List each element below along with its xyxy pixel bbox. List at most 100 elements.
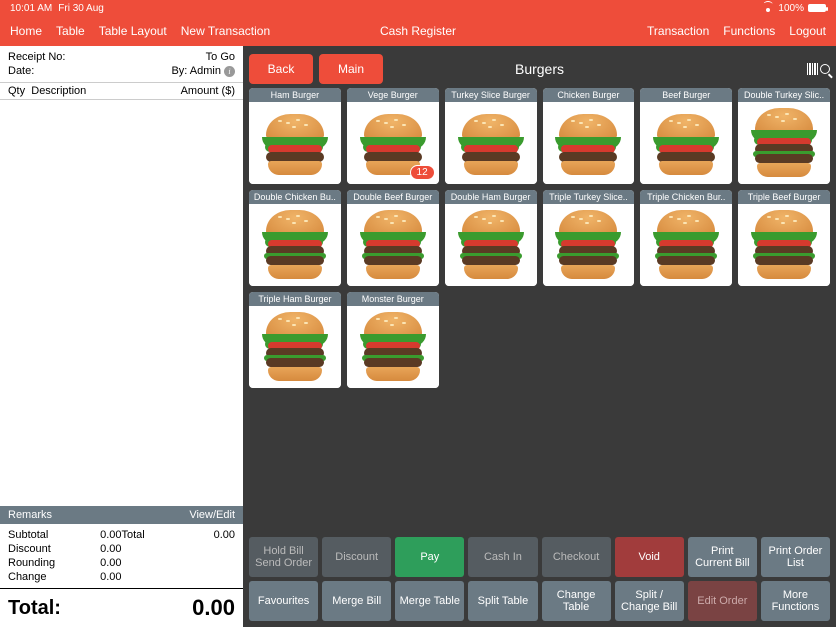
- menu-item[interactable]: Double Ham Burger: [445, 190, 537, 286]
- total-side-value: 0.00: [214, 528, 235, 542]
- menu-item[interactable]: Beef Burger: [640, 88, 732, 184]
- barcode-icon: [807, 63, 818, 75]
- menu-bar: Home Table Table Layout New Transaction Cas…: [0, 16, 836, 46]
- change-table-button[interactable]: ChangeTable: [542, 581, 611, 621]
- more-functions-button[interactable]: MoreFunctions: [761, 581, 830, 621]
- discount-label: Discount: [8, 542, 51, 556]
- menu-right: Transaction Functions Logout: [647, 24, 826, 38]
- main-button[interactable]: Main: [319, 54, 383, 84]
- item-label: Chicken Burger: [543, 88, 635, 102]
- status-bar: 10:01 AM Fri 30 Aug 100%: [0, 0, 836, 16]
- item-label: Double Turkey Slic..: [738, 88, 830, 102]
- menu-home[interactable]: Home: [10, 24, 42, 38]
- menu-functions[interactable]: Functions: [723, 24, 775, 38]
- info-icon[interactable]: i: [224, 66, 235, 77]
- item-label: Beef Burger: [640, 88, 732, 102]
- status-time: 10:01 AM: [10, 3, 52, 14]
- menu-left: Home Table Table Layout New Transaction: [10, 24, 270, 38]
- burger-icon: [249, 306, 341, 388]
- menu-item[interactable]: Vege Burger 12: [347, 88, 439, 184]
- menu-item[interactable]: Double Turkey Slic..: [738, 88, 830, 184]
- burger-icon: [249, 204, 341, 286]
- burger-icon: [738, 204, 830, 286]
- print-order-list-button[interactable]: Print OrderList: [761, 537, 830, 577]
- merge-bill-button[interactable]: Merge Bill: [322, 581, 391, 621]
- receipt-panel: Receipt No: To Go Date: By: Admin i Qty …: [0, 46, 243, 627]
- item-label: Triple Chicken Bur..: [640, 190, 732, 204]
- burger-icon: [543, 204, 635, 286]
- date-label: Date:: [8, 64, 34, 78]
- split-table-button[interactable]: Split Table: [468, 581, 537, 621]
- split-change-bill-button[interactable]: Split /Change Bill: [615, 581, 684, 621]
- item-label: Double Chicken Bu..: [249, 190, 341, 204]
- desc-header: Description: [31, 85, 86, 97]
- battery-icon: [808, 4, 826, 12]
- subtotal-value: 0.00: [100, 528, 121, 542]
- item-label: Double Beef Burger: [347, 190, 439, 204]
- cash-in-button: Cash In: [468, 537, 537, 577]
- burger-icon: [543, 102, 635, 184]
- burger-icon: [640, 204, 732, 286]
- edit-order-button: Edit Order: [688, 581, 757, 621]
- menu-logout[interactable]: Logout: [789, 24, 826, 38]
- search-icon: [820, 64, 830, 74]
- rounding-value: 0.00: [100, 556, 121, 570]
- by-admin: By: Admin: [171, 64, 221, 78]
- action-bar: Hold BillSend OrderDiscountPayCash InChe…: [249, 531, 830, 627]
- qty-badge: 12: [410, 165, 435, 180]
- item-label: Triple Beef Burger: [738, 190, 830, 204]
- menu-new-transaction[interactable]: New Transaction: [181, 24, 270, 38]
- menu-table-layout[interactable]: Table Layout: [99, 24, 167, 38]
- menu-item[interactable]: Triple Turkey Slice..: [543, 190, 635, 286]
- burger-icon: [445, 204, 537, 286]
- menu-item[interactable]: Double Chicken Bu..: [249, 190, 341, 286]
- subtotal-label: Subtotal: [8, 528, 48, 542]
- barcode-search-button[interactable]: [807, 63, 830, 75]
- burger-icon: [347, 204, 439, 286]
- discount-button: Discount: [322, 537, 391, 577]
- burger-icon: [445, 102, 537, 184]
- pay-button[interactable]: Pay: [395, 537, 464, 577]
- status-date: Fri 30 Aug: [58, 3, 104, 14]
- order-type: To Go: [206, 50, 235, 64]
- item-label: Turkey Slice Burger: [445, 88, 537, 102]
- menu-table[interactable]: Table: [56, 24, 85, 38]
- remarks-bar[interactable]: Remarks View/Edit: [0, 506, 243, 524]
- menu-item[interactable]: Monster Burger: [347, 292, 439, 388]
- receipt-no-label: Receipt No:: [8, 50, 65, 64]
- menu-item[interactable]: Double Beef Burger: [347, 190, 439, 286]
- void-button[interactable]: Void: [615, 537, 684, 577]
- menu-item[interactable]: Triple Beef Burger: [738, 190, 830, 286]
- back-button[interactable]: Back: [249, 54, 313, 84]
- item-label: Triple Turkey Slice..: [543, 190, 635, 204]
- item-label: Vege Burger: [347, 88, 439, 102]
- discount-value: 0.00: [100, 542, 121, 556]
- amount-header: Amount ($): [181, 85, 235, 97]
- menu-item[interactable]: Chicken Burger: [543, 88, 635, 184]
- favourites-button[interactable]: Favourites: [249, 581, 318, 621]
- item-label: Triple Ham Burger: [249, 292, 341, 306]
- item-grid: Ham Burger Vege Burger 12 Turkey Slice Burg…: [249, 88, 830, 531]
- burger-icon: [640, 102, 732, 184]
- burger-icon: [738, 102, 830, 184]
- view-edit-link[interactable]: View/Edit: [189, 509, 235, 521]
- item-label: Monster Burger: [347, 292, 439, 306]
- burger-icon: [249, 102, 341, 184]
- remarks-label: Remarks: [8, 509, 52, 521]
- menu-item[interactable]: Turkey Slice Burger: [445, 88, 537, 184]
- merge-table-button[interactable]: Merge Table: [395, 581, 464, 621]
- battery-percent: 100%: [778, 3, 804, 14]
- menu-item[interactable]: Triple Ham Burger: [249, 292, 341, 388]
- hold-bill-button: Hold BillSend Order: [249, 537, 318, 577]
- menu-item[interactable]: Ham Burger: [249, 88, 341, 184]
- qty-header: Qty: [8, 85, 25, 97]
- app-title: Cash Register: [380, 24, 456, 38]
- menu-transaction[interactable]: Transaction: [647, 24, 709, 38]
- print-current-bill-button[interactable]: PrintCurrent Bill: [688, 537, 757, 577]
- total-value: 0.00: [192, 595, 235, 621]
- burger-icon: [347, 306, 439, 388]
- item-label: Double Ham Burger: [445, 190, 537, 204]
- menu-item[interactable]: Triple Chicken Bur..: [640, 190, 732, 286]
- category-title: Burgers: [515, 61, 564, 77]
- checkout-button: Checkout: [542, 537, 611, 577]
